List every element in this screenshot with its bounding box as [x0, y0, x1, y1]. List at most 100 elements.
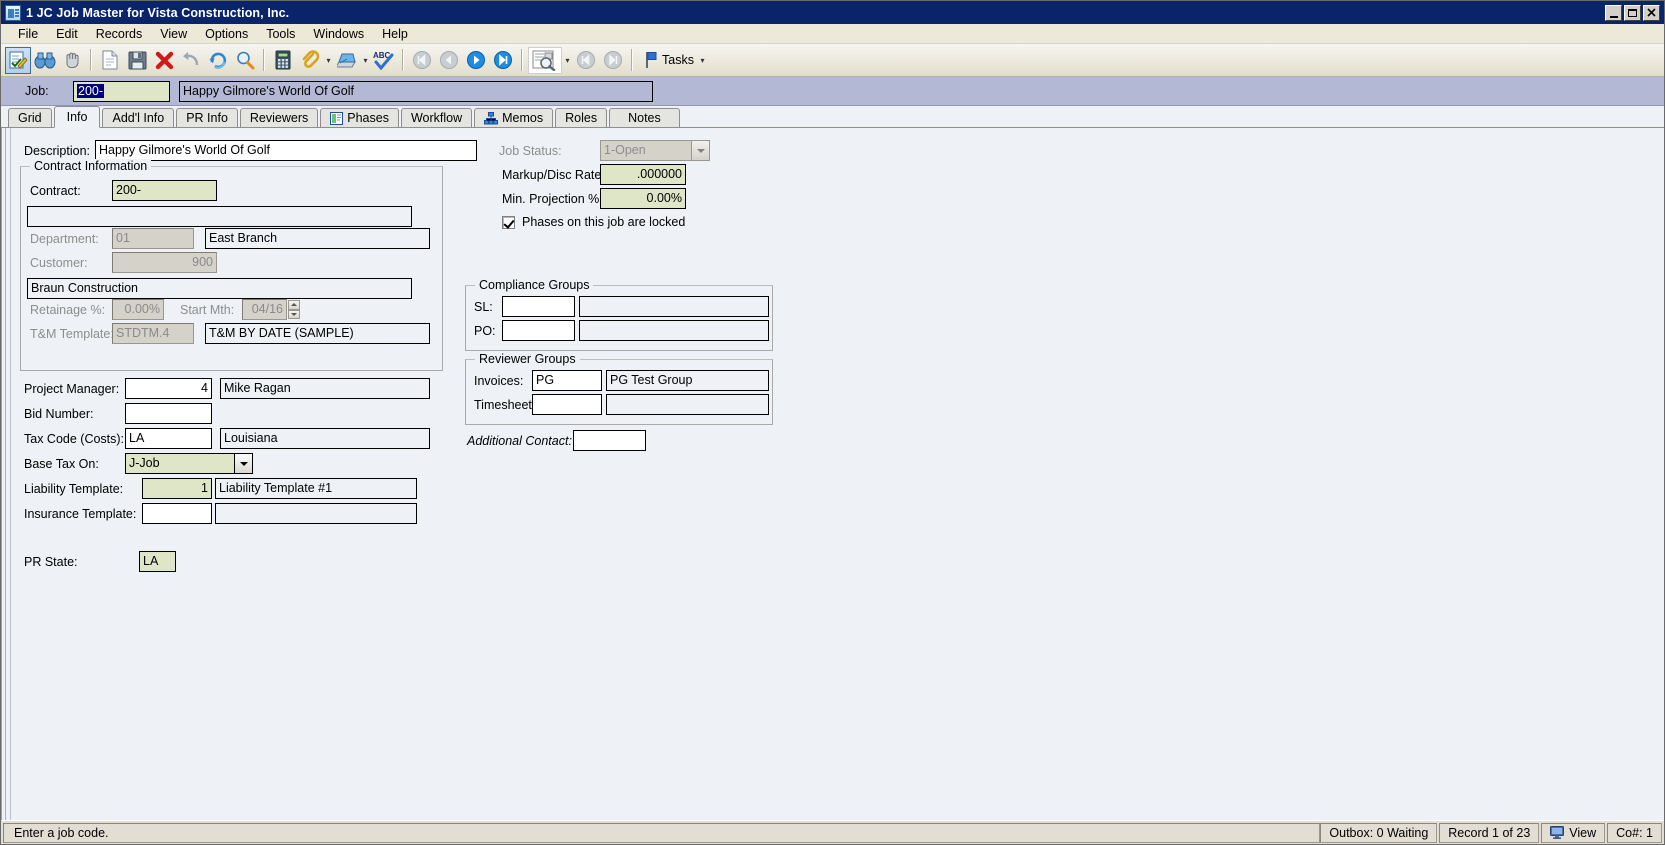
description-label: Description: — [24, 144, 90, 158]
calculator-icon[interactable] — [270, 47, 296, 74]
next-record-icon[interactable] — [463, 47, 489, 74]
additional-contact-label: Additional Contact: — [467, 434, 572, 448]
menu-edit[interactable]: Edit — [47, 25, 87, 43]
edit-mode-icon[interactable] — [5, 46, 31, 74]
refresh-icon[interactable] — [205, 47, 231, 74]
spellcheck-icon[interactable]: ABC — [371, 47, 397, 74]
description-input[interactable]: Happy Gilmore's World Of Golf — [95, 140, 477, 161]
compliance-groups-group: Compliance Groups — [465, 278, 773, 351]
base-tax-on-value: J-Job — [125, 453, 235, 474]
tab-workflow[interactable]: Workflow — [400, 108, 473, 127]
job-description-input[interactable]: Happy Gilmore's World Of Golf — [179, 80, 653, 102]
min-projection-label: Min. Projection %: — [502, 192, 603, 206]
job-code-input[interactable]: 200- — [73, 80, 170, 102]
spinner-up-button[interactable] — [288, 300, 300, 310]
base-tax-on-combobox[interactable]: J-Job — [125, 453, 253, 474]
tab-reviewers[interactable]: Reviewers — [239, 108, 319, 127]
menu-file[interactable]: File — [9, 25, 47, 43]
phases-locked-row[interactable]: Phases on this job are locked — [502, 215, 685, 229]
grab-hand-icon[interactable] — [59, 47, 85, 74]
flag-icon — [646, 52, 657, 68]
undo-icon[interactable] — [178, 47, 204, 74]
min-projection-input[interactable]: 0.00% — [600, 188, 686, 209]
previous-record-icon[interactable] — [436, 47, 462, 74]
job-status-value: 1-Open — [600, 140, 692, 161]
menu-windows[interactable]: Windows — [304, 25, 373, 43]
tab-roles[interactable]: Roles — [555, 108, 608, 127]
start-month-spinner[interactable] — [288, 300, 300, 319]
status-company: Co#: 1 — [1607, 822, 1662, 843]
tab-pr-info[interactable]: PR Info — [176, 108, 238, 127]
status-outbox[interactable]: Outbox: 0 Waiting — [1320, 822, 1438, 843]
reviewer-groups-group: Reviewer Groups — [465, 352, 773, 425]
compliance-sl-input[interactable] — [502, 296, 575, 317]
first-record-icon[interactable] — [409, 47, 435, 74]
menu-tools[interactable]: Tools — [257, 25, 304, 43]
reviewer-timesheet-input[interactable] — [532, 394, 602, 415]
app-window-icon — [5, 4, 21, 21]
compliance-po-description — [579, 320, 769, 341]
spinner-down-button[interactable] — [288, 309, 300, 319]
prev-page-icon[interactable] — [573, 47, 599, 74]
tab-label: PR Info — [186, 111, 228, 125]
window-title: 1 JC Job Master for Vista Construction, … — [26, 5, 290, 20]
attachment-icon[interactable] — [297, 47, 323, 74]
compliance-sl-label: SL: — [474, 300, 493, 314]
menu-options[interactable]: Options — [196, 25, 257, 43]
menu-help[interactable]: Help — [373, 25, 417, 43]
contract-information-title: Contract Information — [30, 159, 152, 173]
menu-records[interactable]: Records — [87, 25, 152, 43]
markup-disc-rate-input[interactable]: .000000 — [600, 164, 686, 185]
attachment-dropdown-arrow[interactable]: ▾ — [324, 56, 333, 65]
tax-code-input[interactable]: LA — [125, 428, 212, 449]
title-bar: 1 JC Job Master for Vista Construction, … — [1, 1, 1664, 24]
phases-locked-checkbox[interactable] — [502, 215, 515, 229]
base-tax-on-label: Base Tax On: — [24, 457, 99, 471]
print-icon[interactable] — [334, 47, 360, 74]
tab-info[interactable]: Info — [53, 106, 101, 128]
tab-grid[interactable]: Grid — [8, 108, 52, 127]
print-dropdown-arrow[interactable]: ▾ — [361, 56, 370, 65]
delete-icon[interactable] — [151, 47, 177, 74]
tab-label: Workflow — [410, 111, 463, 125]
project-manager-input[interactable]: 4 — [125, 378, 212, 399]
tm-template-description: T&M BY DATE (SAMPLE) — [205, 323, 430, 344]
markup-disc-rate-label: Markup/Disc Rate: — [502, 168, 605, 182]
toolbar-separator — [263, 49, 265, 71]
next-page-icon[interactable] — [600, 47, 626, 74]
status-view[interactable]: View — [1541, 822, 1606, 843]
base-tax-on-dropdown-button[interactable] — [235, 453, 253, 474]
minimize-button[interactable] — [1605, 4, 1622, 21]
tax-code-label: Tax Code (Costs): — [24, 432, 125, 446]
phases-locked-label: Phases on this job are locked — [522, 215, 686, 229]
find-icon[interactable] — [232, 47, 258, 74]
reviewer-invoices-input[interactable]: PG — [532, 370, 602, 391]
bid-number-input[interactable] — [125, 403, 212, 424]
bid-number-label: Bid Number: — [24, 407, 94, 421]
tab-label: Phases — [347, 111, 389, 125]
job-status-label: Job Status: — [499, 144, 562, 158]
liability-template-input[interactable]: 1 — [142, 478, 212, 499]
compliance-po-input[interactable] — [502, 320, 575, 341]
additional-contact-input[interactable] — [573, 430, 646, 451]
tab-memos[interactable]: Memos — [474, 108, 554, 127]
tasks-dropdown-arrow[interactable]: ▾ — [698, 56, 707, 65]
tab-phases[interactable]: Phases — [320, 108, 399, 127]
save-icon[interactable] — [124, 47, 150, 74]
pr-state-input[interactable]: LA — [139, 551, 176, 572]
contract-description-input[interactable] — [27, 206, 412, 227]
tasks-button[interactable]: Tasks ▾ — [638, 48, 713, 73]
tab-notes[interactable]: Notes — [609, 108, 680, 127]
last-record-icon[interactable] — [490, 47, 516, 74]
preview-icon[interactable] — [528, 46, 562, 74]
tab-addl-info[interactable]: Add'l Info — [102, 108, 175, 127]
close-button[interactable] — [1643, 4, 1660, 21]
insurance-template-input[interactable] — [142, 503, 212, 524]
binoculars-icon[interactable] — [32, 47, 58, 74]
contract-input[interactable]: 200- — [112, 180, 217, 201]
maximize-button[interactable] — [1624, 4, 1641, 21]
new-record-icon[interactable] — [97, 47, 123, 74]
customer-input: 900 — [112, 252, 217, 273]
menu-view[interactable]: View — [151, 25, 196, 43]
preview-dropdown-arrow[interactable]: ▾ — [563, 56, 572, 65]
